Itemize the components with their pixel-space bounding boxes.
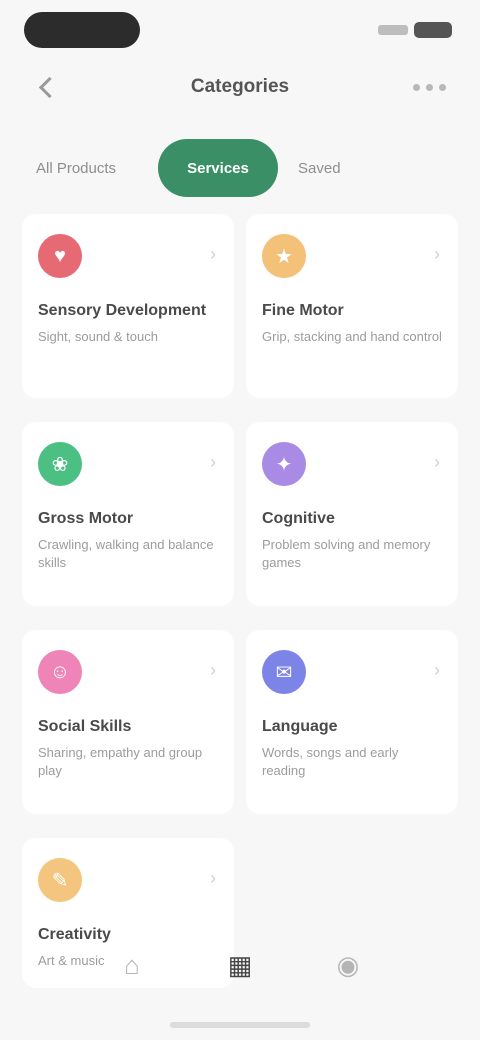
more-dot-icon: [426, 83, 433, 91]
tab-bar: ⌂ ▦ ◉: [0, 930, 480, 1000]
status-indicators: [378, 22, 452, 38]
segment-all-products[interactable]: All Products: [24, 160, 158, 177]
puzzle-icon: ✦: [262, 442, 306, 486]
card-description: Words, songs and early reading: [262, 745, 399, 778]
card-description: Grip, stacking and hand control: [262, 329, 442, 344]
tab-home[interactable]: ⌂: [102, 935, 162, 995]
more-dot-icon: [439, 83, 446, 91]
card-title: Social Skills: [38, 718, 132, 735]
battery-icon: [414, 22, 452, 38]
dynamic-island: [24, 12, 140, 48]
star-icon: ★: [262, 234, 306, 278]
card-title: Cognitive: [262, 510, 335, 527]
segmented-control: All Products Services Saved: [24, 138, 456, 198]
chat-icon: ✉: [262, 650, 306, 694]
more-dot-icon: [413, 83, 420, 91]
category-card[interactable]: ☺ › Social Skills Sharing, empathy and g…: [22, 630, 234, 814]
user-icon: ◉: [336, 949, 360, 980]
people-icon: ☺: [38, 650, 82, 694]
header: Categories: [0, 62, 480, 112]
tab-browse[interactable]: ▦: [210, 935, 270, 995]
category-grid: ♥ › Sensory Development Sight, sound & t…: [22, 214, 458, 988]
card-title: Language: [262, 718, 338, 735]
segment-services[interactable]: Services: [158, 139, 278, 197]
leaf-icon: ❀: [38, 442, 82, 486]
app-screen: Categories All Products Services Saved ♥…: [0, 0, 480, 1040]
chevron-right-icon: ›: [434, 244, 440, 264]
grid-icon: ▦: [227, 949, 253, 980]
segment-saved[interactable]: Saved: [278, 160, 398, 177]
category-card[interactable]: ♥ › Sensory Development Sight, sound & t…: [22, 214, 234, 398]
chevron-right-icon: ›: [210, 244, 216, 264]
tab-profile[interactable]: ◉: [318, 935, 378, 995]
card-description: Sight, sound & touch: [38, 329, 158, 344]
card-title: Sensory Development: [38, 302, 207, 319]
card-description: Crawling, walking and balance skills: [38, 537, 214, 570]
card-title: Fine Motor: [262, 302, 344, 319]
status-bar: [0, 0, 480, 56]
card-description: Problem solving and memory games: [262, 537, 431, 570]
chevron-right-icon: ›: [210, 660, 216, 680]
card-title: Gross Motor: [38, 510, 134, 527]
category-card[interactable]: ✉ › Language Words, songs and early read…: [246, 630, 458, 814]
signal-icon: [378, 25, 408, 35]
card-description: Sharing, empathy and group play: [38, 745, 203, 778]
chevron-right-icon: ›: [210, 868, 216, 888]
home-indicator: [170, 1022, 310, 1028]
home-icon: ⌂: [124, 949, 140, 980]
chevron-right-icon: ›: [434, 452, 440, 472]
chevron-right-icon: ›: [434, 660, 440, 680]
palette-icon: ✎: [38, 858, 82, 902]
heart-icon: ♥: [38, 234, 82, 278]
more-button[interactable]: [402, 82, 446, 92]
category-card[interactable]: ✦ › Cognitive Problem solving and memory…: [246, 422, 458, 606]
chevron-right-icon: ›: [210, 452, 216, 472]
category-card[interactable]: ★ › Fine Motor Grip, stacking and hand c…: [246, 214, 458, 398]
category-card[interactable]: ❀ › Gross Motor Crawling, walking and ba…: [22, 422, 234, 606]
